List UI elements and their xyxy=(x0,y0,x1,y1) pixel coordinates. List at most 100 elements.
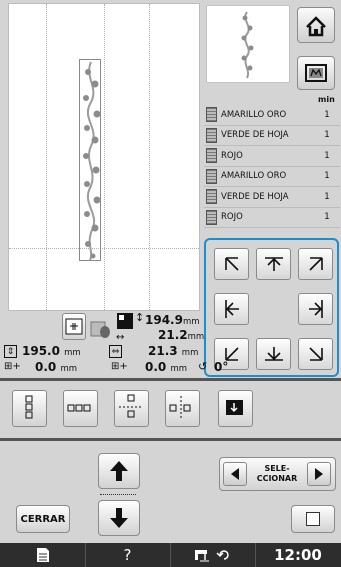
thread-name: ROJO xyxy=(221,212,243,223)
horizontal-offset: 0.0 mm xyxy=(145,360,187,374)
thread-spool-icon xyxy=(206,107,217,123)
layout-horizontal-button[interactable] xyxy=(63,390,98,427)
horizontal-offset-value: 0.0 xyxy=(145,360,167,374)
layout-horizontal-icon xyxy=(67,404,91,412)
rotation-icon: ↺ xyxy=(198,360,208,373)
thread-name: AMARILLO ORO xyxy=(221,171,287,182)
pattern-preview xyxy=(206,5,290,83)
thread-time: 1 xyxy=(324,191,330,202)
preview-frame-icon xyxy=(65,318,83,335)
thread-name: VERDE DE HOJA xyxy=(221,130,289,141)
overall-height-value: 195.0 xyxy=(22,344,60,358)
thread-time: 1 xyxy=(324,109,330,120)
layout-vertical-button[interactable] xyxy=(12,390,47,427)
grid-line xyxy=(46,4,47,310)
layout-vertical-spacing-icon xyxy=(119,394,143,418)
select-control: SELE- CCIONAR xyxy=(219,457,336,491)
select-label-line1: SELE- xyxy=(264,464,290,473)
overall-height: 195.0 mm xyxy=(22,344,81,358)
home-button[interactable] xyxy=(297,7,335,43)
thread-name: ROJO xyxy=(221,150,243,161)
pattern-thumbnail xyxy=(241,11,254,79)
pattern-height-unit: mm xyxy=(182,317,200,327)
pattern-width: 21.2mm xyxy=(158,328,204,342)
close-button[interactable]: CERRAR xyxy=(16,505,70,533)
overall-width-icon: ⇔ xyxy=(109,345,122,358)
horizontal-offset-unit: mm xyxy=(170,364,188,374)
thread-item: VERDE DE HOJA 1 xyxy=(204,126,340,146)
vertical-offset-value: 0.0 xyxy=(35,360,57,374)
move-left-button[interactable] xyxy=(214,293,249,325)
thread-name: VERDE DE HOJA xyxy=(221,191,289,202)
arrow-up-right-icon xyxy=(308,257,323,271)
thread-spool-icon xyxy=(206,189,217,205)
overall-width-value: 21.3 xyxy=(148,344,178,358)
arrow-up-left-icon xyxy=(224,257,239,271)
thread-item: ROJO 1 xyxy=(204,146,340,167)
embroidery-frame-button[interactable] xyxy=(297,56,335,90)
thread-time: 1 xyxy=(324,212,330,223)
move-up-right-button[interactable] xyxy=(298,248,333,280)
add-pattern-icon xyxy=(226,400,243,415)
layout-horizontal-spacing-button[interactable] xyxy=(165,390,200,427)
thread-item: ROJO 1 xyxy=(204,208,340,228)
clock: 12:00 xyxy=(274,546,322,564)
thread-spool-icon xyxy=(206,168,217,184)
thread-spool-icon xyxy=(206,127,217,143)
grid-line xyxy=(149,4,150,310)
thread-name: AMARILLO ORO xyxy=(221,109,287,120)
horizontal-offset-icon: ⊞+ xyxy=(111,361,128,372)
thread-time: 1 xyxy=(324,171,330,182)
rotation-value: 0° xyxy=(214,360,229,374)
thread-list: AMARILLO ORO 1 VERDE DE HOJA 1 ROJO 1 AM… xyxy=(204,105,340,228)
layout-horizontal-spacing-icon xyxy=(169,396,191,419)
move-right-button[interactable] xyxy=(298,293,333,325)
sewing-machine-icon xyxy=(194,550,209,562)
arrow-down-icon xyxy=(110,508,128,528)
preview-toggle-button[interactable] xyxy=(62,313,86,340)
thread-item: AMARILLO ORO 1 xyxy=(204,105,340,126)
help-button[interactable]: ? xyxy=(85,543,171,567)
thread-time-header: min xyxy=(318,95,335,104)
machine-settings-button[interactable] xyxy=(170,543,256,567)
status-bar: ? 12:00 xyxy=(0,543,341,567)
arrow-down-right-icon xyxy=(308,347,323,361)
pattern-width-value: 21.2 xyxy=(158,328,188,342)
divider xyxy=(0,438,341,441)
pattern-scan-icon xyxy=(89,318,111,340)
layout-vertical-spacing-button[interactable] xyxy=(114,390,149,427)
arrow-down-icon xyxy=(264,347,283,361)
document-button[interactable] xyxy=(0,543,86,567)
arrow-up-icon xyxy=(264,257,283,271)
document-icon xyxy=(36,548,49,562)
vertical-offset-unit: mm xyxy=(60,364,78,374)
refresh-icon xyxy=(215,550,229,560)
move-arrow-pad xyxy=(204,238,339,377)
move-down-large-button[interactable] xyxy=(98,500,140,536)
move-up-button[interactable] xyxy=(256,248,291,280)
overall-width: 21.3 mm xyxy=(148,344,198,358)
move-down-button[interactable] xyxy=(256,338,291,370)
add-pattern-button[interactable] xyxy=(218,390,253,427)
move-up-large-button[interactable] xyxy=(98,453,140,489)
thread-item: VERDE DE HOJA 1 xyxy=(204,187,340,208)
toggle-checkbox-button[interactable] xyxy=(291,505,335,533)
move-down-right-button[interactable] xyxy=(298,338,333,370)
vertical-offset-icon: ⊞+ xyxy=(4,361,21,372)
embroidery-pattern xyxy=(83,61,101,261)
height-size-icon: ↕ xyxy=(135,311,145,324)
thread-item: AMARILLO ORO 1 xyxy=(204,167,340,187)
pattern-height: 194.9mm xyxy=(145,313,200,327)
move-up-left-button[interactable] xyxy=(214,248,249,280)
divider xyxy=(0,378,341,381)
overall-height-unit: mm xyxy=(64,348,81,358)
select-next-button[interactable] xyxy=(307,462,331,486)
select-label-line2: CCIONAR xyxy=(256,474,298,483)
thread-spool-icon xyxy=(206,209,217,225)
vertical-offset: 0.0 mm xyxy=(35,360,77,374)
arrow-up-icon xyxy=(110,461,128,481)
width-size-icon: ↔ xyxy=(116,332,125,343)
layout-vertical-icon xyxy=(25,395,33,419)
select-previous-button[interactable] xyxy=(223,462,247,486)
triangle-right-icon xyxy=(315,468,323,480)
